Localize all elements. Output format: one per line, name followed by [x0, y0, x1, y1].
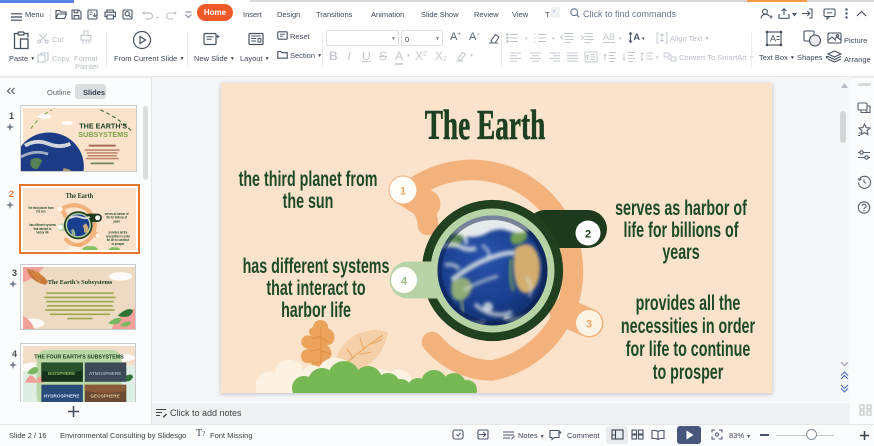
- svg-text:3: 3: [586, 319, 592, 331]
- svg-text:1: 1: [400, 186, 406, 198]
- svg-text:The Earth's Subsystems: The Earth's Subsystems: [48, 279, 113, 286]
- svg-text:2: 2: [585, 229, 591, 241]
- svg-text:4: 4: [401, 276, 408, 288]
- svg-text:THE EARTH'S: THE EARTH'S: [79, 123, 127, 131]
- svg-text:years: years: [113, 219, 120, 223]
- svg-text:HYDROSPHERE: HYDROSPHERE: [44, 393, 80, 398]
- svg-text:GEOSPHERE: GEOSPHERE: [90, 393, 119, 398]
- svg-text:SUBSYSTEMS: SUBSYSTEMS: [78, 131, 128, 139]
- svg-text:BIOSPHERE: BIOSPHERE: [48, 371, 75, 376]
- svg-text:to prosper: to prosper: [112, 242, 126, 246]
- svg-text:harbor life: harbor life: [36, 230, 49, 234]
- svg-text:ATMOSPHERE: ATMOSPHERE: [89, 371, 121, 376]
- svg-text:the sun: the sun: [36, 209, 45, 213]
- svg-text:THE FOUR EARTH'S SUBSYSTEMS: THE FOUR EARTH'S SUBSYSTEMS: [34, 355, 124, 361]
- svg-text:A: A: [634, 32, 641, 42]
- svg-text:The Earth: The Earth: [66, 193, 94, 200]
- svg-text:A: A: [770, 34, 776, 44]
